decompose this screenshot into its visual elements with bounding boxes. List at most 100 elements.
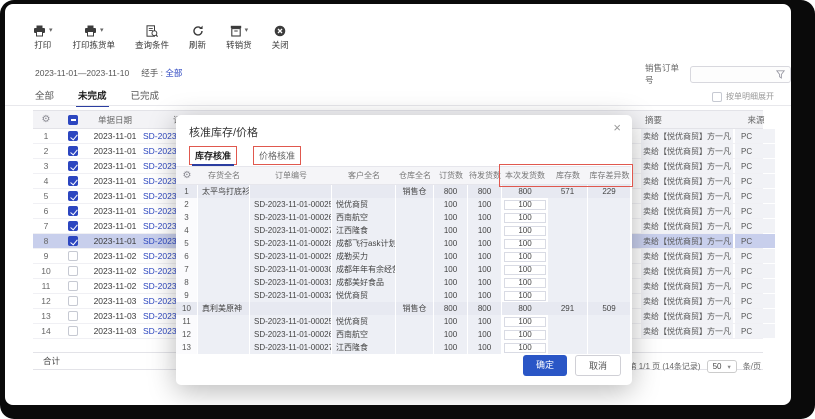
- caret-down-icon[interactable]: ▾: [245, 27, 249, 34]
- modal-table-row[interactable]: 12SD-2023-11-01-00026西南航空100100100: [176, 328, 631, 341]
- cell-warehouse: [396, 328, 434, 341]
- cell-warehouse: [396, 276, 434, 289]
- row-checkbox[interactable]: [68, 251, 78, 261]
- tab-inventory-approve[interactable]: 库存核准: [189, 146, 237, 165]
- modal-table-row[interactable]: 3SD-2023-11-01-00026西南航空100100100: [176, 211, 631, 224]
- shipping-qty-cell[interactable]: 100: [504, 343, 546, 353]
- modal-table-row[interactable]: 2SD-2023-11-01-00025悦优商贸100100100: [176, 198, 631, 211]
- cell-date: 2023-11-02: [87, 251, 143, 261]
- select-all-checkbox[interactable]: [68, 115, 78, 125]
- row-checkbox[interactable]: [68, 191, 78, 201]
- shipping-qty-cell[interactable]: 100: [504, 278, 546, 288]
- shipping-qty-cell[interactable]: 800: [502, 302, 548, 315]
- modal-table-row[interactable]: 1太平鸟打底衫销售仓800800800571229: [176, 185, 631, 198]
- modal-table-row[interactable]: 8SD-2023-11-01-00031成都美好食品100100100: [176, 276, 631, 289]
- cell-stock-qty: [548, 289, 588, 302]
- modal-table-row[interactable]: 10真利美原神销售仓800800800291509: [176, 302, 631, 315]
- gear-icon[interactable]: ⚙: [33, 114, 59, 125]
- mh-diff: 库存差异数: [588, 170, 631, 181]
- toolbar-button-4[interactable]: ▾转销货: [226, 24, 252, 51]
- expand-by-detail[interactable]: 按单明细展开: [712, 91, 774, 102]
- cancel-button[interactable]: 取消: [575, 355, 621, 376]
- cell-date: 2023-11-01: [87, 236, 143, 246]
- row-index: 11: [176, 315, 198, 328]
- toolbar-button-1[interactable]: ▾打印拣货单: [73, 24, 116, 51]
- cell-source: PC: [735, 324, 777, 338]
- cell-ordered-qty: 100: [434, 211, 468, 224]
- expand-checkbox[interactable]: [712, 92, 722, 102]
- toolbar-button-0[interactable]: ▾打印: [33, 24, 53, 51]
- cell-date: 2023-11-03: [87, 311, 143, 321]
- shipping-qty-cell[interactable]: 100: [504, 226, 546, 236]
- row-checkbox[interactable]: [68, 206, 78, 216]
- handler-value-link[interactable]: 全部: [165, 68, 182, 78]
- shipping-qty-cell[interactable]: 100: [504, 291, 546, 301]
- close-icon[interactable]: ×: [613, 121, 621, 134]
- cell-order-no: [250, 302, 332, 315]
- page-size-select[interactable]: 50 ▾: [707, 360, 737, 373]
- caret-down-icon[interactable]: ▾: [49, 27, 53, 34]
- transfer-icon: [230, 25, 242, 37]
- toolbar-button-2[interactable]: 查询条件: [135, 24, 169, 51]
- page-info: 第 1/1 页 (14条记录): [629, 361, 701, 372]
- modal-table-row[interactable]: 9SD-2023-11-01-00032悦优商贸100100100: [176, 289, 631, 302]
- shipping-qty-cell[interactable]: 100: [504, 200, 546, 210]
- modal-table-row[interactable]: 7SD-2023-11-01-00030成都年年有余经营部100100100: [176, 263, 631, 276]
- shipping-qty-cell[interactable]: 100: [504, 239, 546, 249]
- shipping-qty-cell[interactable]: 100: [504, 265, 546, 275]
- toolbar-button-3[interactable]: 刷新: [189, 24, 206, 51]
- header-source: 来源: [735, 114, 777, 126]
- modal-table-row[interactable]: 13SD-2023-11-01-00027江西隆食100100100: [176, 341, 631, 354]
- confirm-button[interactable]: 确定: [523, 355, 567, 376]
- mh-order: 订单编号: [250, 170, 332, 181]
- gear-icon[interactable]: ⚙: [176, 170, 198, 181]
- date-range: 2023-11-01—2023-11-10: [35, 68, 129, 78]
- cell-ordered-qty: 800: [434, 302, 468, 315]
- row-checkbox[interactable]: [68, 326, 78, 336]
- modal-tabs: 库存核准 价格核准: [189, 146, 301, 165]
- row-checkbox[interactable]: [68, 146, 78, 156]
- cell-order-no: SD-2023-11-01-00026: [250, 328, 332, 341]
- modal-table-row[interactable]: 6SD-2023-11-01-00029成勒买力100100100: [176, 250, 631, 263]
- row-checkbox[interactable]: [68, 296, 78, 306]
- row-checkbox[interactable]: [68, 311, 78, 321]
- cell-stock-qty: [548, 250, 588, 263]
- cell-stock-qty: [548, 263, 588, 276]
- cell-ordered-qty: 100: [434, 250, 468, 263]
- row-checkbox[interactable]: [68, 281, 78, 291]
- modal-table-row[interactable]: 5SD-2023-11-01-00028成都飞行ask计划100100100: [176, 237, 631, 250]
- order-no-input[interactable]: [690, 66, 791, 83]
- shipping-qty-cell[interactable]: 100: [504, 213, 546, 223]
- cell-pending-qty: 100: [468, 250, 502, 263]
- cell-warehouse: [396, 341, 434, 354]
- cell-diff-qty: [588, 250, 631, 263]
- cell-source: PC: [735, 204, 777, 218]
- modal-table-row[interactable]: 4SD-2023-11-01-00027江西隆食100100100: [176, 224, 631, 237]
- tab-price-approve[interactable]: 价格核准: [253, 146, 301, 165]
- row-checkbox[interactable]: [68, 131, 78, 141]
- row-checkbox[interactable]: [68, 176, 78, 186]
- shipping-qty-cell[interactable]: 100: [504, 317, 546, 327]
- funnel-icon: [776, 70, 785, 79]
- cell-date: 2023-11-03: [87, 296, 143, 306]
- cell-date: 2023-11-01: [87, 191, 143, 201]
- cell-date: 2023-11-01: [87, 221, 143, 231]
- cell-warehouse: [396, 263, 434, 276]
- cell-ordered-qty: 100: [434, 276, 468, 289]
- cell-warehouse: [396, 211, 434, 224]
- row-checkbox[interactable]: [68, 161, 78, 171]
- row-checkbox[interactable]: [68, 221, 78, 231]
- caret-down-icon[interactable]: ▾: [100, 27, 104, 34]
- cell-stock-qty: [548, 211, 588, 224]
- cell-warehouse: [396, 237, 434, 250]
- modal-table-row[interactable]: 11SD-2023-11-01-00025悦优商贸100100100: [176, 315, 631, 328]
- shipping-qty-cell[interactable]: 100: [504, 330, 546, 340]
- cell-summary: 卖给【悦优商贸】方一凡: [641, 309, 735, 323]
- shipping-qty-cell[interactable]: 100: [504, 252, 546, 262]
- row-index: 2: [33, 146, 59, 156]
- shipping-qty-cell[interactable]: 800: [502, 185, 548, 198]
- cell-pending-qty: 800: [468, 302, 502, 315]
- row-checkbox[interactable]: [68, 236, 78, 246]
- toolbar-button-5[interactable]: 关闭: [272, 24, 289, 51]
- row-checkbox[interactable]: [68, 266, 78, 276]
